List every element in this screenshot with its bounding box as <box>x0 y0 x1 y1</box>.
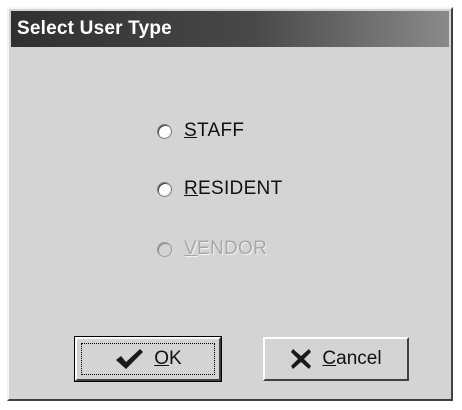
radio-button-circle[interactable] <box>157 181 172 197</box>
ok-button[interactable]: OK <box>74 336 222 382</box>
window-title: Select User Type <box>17 18 172 39</box>
cancel-button-label: Cancel <box>322 348 382 369</box>
radio-label-resident[interactable]: RESIDENT <box>184 178 282 200</box>
ok-button-label: OK <box>154 348 182 369</box>
radio-button-circle <box>157 241 172 257</box>
title-bar[interactable]: Select User Type <box>11 11 449 47</box>
radio-vendor: VENDOR <box>157 235 357 263</box>
dialog-window: Select User Type STAFF RESIDENT VENDOR O… <box>7 7 453 401</box>
cancel-button[interactable]: Cancel <box>263 337 409 381</box>
radio-label-staff[interactable]: STAFF <box>184 120 244 142</box>
focus-ring <box>81 343 215 375</box>
radio-button-circle[interactable] <box>157 123 172 139</box>
radio-resident[interactable]: RESIDENT <box>157 175 357 203</box>
x-icon <box>290 348 312 370</box>
radio-label-vendor: VENDOR <box>184 238 268 259</box>
checkmark-icon <box>114 347 144 371</box>
radio-staff[interactable]: STAFF <box>157 117 357 145</box>
